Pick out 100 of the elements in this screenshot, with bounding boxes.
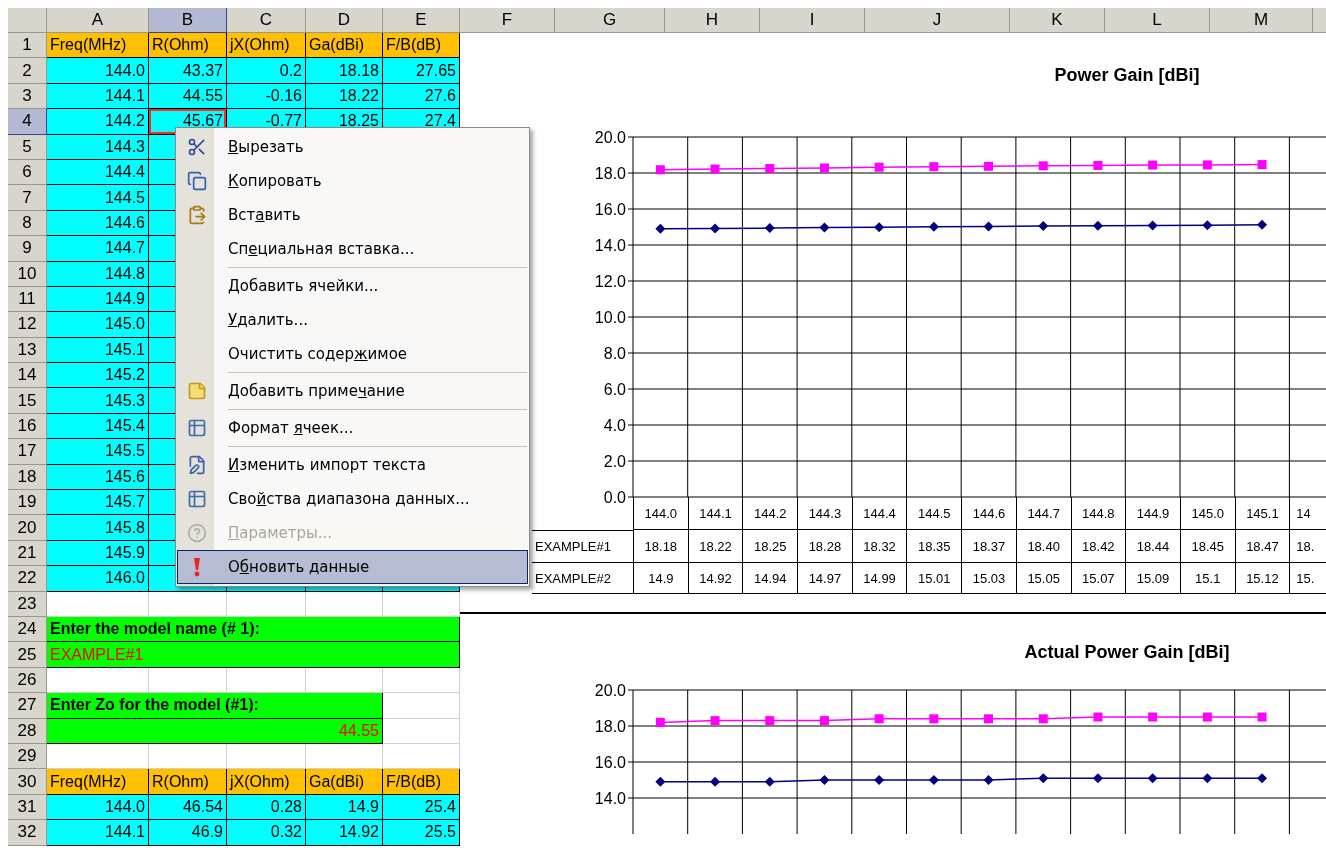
data-marker (710, 716, 720, 726)
row-number[interactable]: 22 (8, 566, 47, 592)
table-cell: 145.8 (47, 515, 149, 541)
menu-item[interactable]: Специальная вставка... (177, 232, 528, 266)
table-cell: 43.37 (149, 58, 227, 84)
table-cell: 144.2 (47, 109, 149, 135)
chart-title: Actual Power Gain [dBi] (1024, 642, 1230, 662)
menu-item[interactable]: Изменить импорт текста (177, 448, 528, 482)
table-cell: 144.6 (47, 210, 149, 237)
data-marker (819, 775, 830, 785)
column-header[interactable]: E (383, 8, 460, 33)
data-marker (984, 714, 994, 724)
row-number[interactable]: 10 (8, 261, 47, 287)
row-number[interactable]: 23 (8, 591, 47, 617)
menu-item[interactable]: Обновить данные (177, 550, 528, 584)
row-number[interactable]: 14 (8, 363, 47, 389)
select-all-corner[interactable] (8, 8, 47, 33)
data-marker (1092, 773, 1103, 784)
category-label: 145.0 (1179, 497, 1235, 530)
table-cell: 27.6 (383, 83, 460, 110)
row-number[interactable]: 20 (8, 515, 47, 541)
table-cell: 144.8 (47, 261, 149, 287)
table-cell: 18.40 (1015, 530, 1071, 563)
menu-item[interactable]: Копировать (177, 164, 528, 198)
column-header[interactable] (1313, 8, 1326, 33)
table-cell: 145.0 (47, 312, 149, 338)
row-number[interactable]: 8 (8, 210, 47, 237)
axis-label: 18.0 (594, 165, 626, 182)
table-cell: 14.9 (306, 794, 383, 821)
column-header[interactable]: J (865, 8, 1010, 33)
column-header[interactable]: L (1105, 8, 1210, 33)
column-header[interactable]: K (1010, 8, 1105, 33)
menu-item[interactable]: Добавить ячейки... (177, 269, 528, 303)
row-number[interactable]: 30 (8, 769, 47, 795)
row-number[interactable]: 31 (8, 794, 47, 821)
row-number[interactable]: 26 (8, 667, 47, 694)
row-number[interactable]: 27 (8, 693, 47, 719)
table-cell: 15.07 (1070, 563, 1126, 594)
column-title: Freq(MHz) (47, 769, 149, 795)
row-number[interactable]: 19 (8, 490, 47, 516)
menu-item[interactable]: Вставить (177, 198, 528, 232)
row-number[interactable]: 5 (8, 134, 47, 160)
column-header[interactable]: A (47, 8, 149, 33)
row-number[interactable]: 21 (8, 540, 47, 567)
data-marker (1148, 712, 1158, 722)
row-number[interactable]: 28 (8, 718, 47, 744)
row-number[interactable]: 32 (8, 820, 47, 846)
menu-item[interactable]: Удалить... (177, 303, 528, 337)
column-header[interactable]: M (1210, 8, 1313, 33)
column-header[interactable]: H (665, 8, 760, 33)
column-header[interactable]: B (149, 8, 227, 33)
table-cell: 145.2 (47, 363, 149, 389)
prompt-label: Enter the model name (# 1): (47, 617, 460, 643)
data-marker (764, 776, 775, 787)
table-cell: 145.4 (47, 413, 149, 440)
axis-label: 10.0 (594, 309, 626, 326)
row-number[interactable]: 1 (8, 33, 47, 59)
column-header[interactable]: C (227, 8, 306, 33)
axis-label: 20.0 (594, 682, 626, 699)
row-number[interactable]: 17 (8, 439, 47, 465)
table-cell: 144.5 (47, 185, 149, 211)
row-number[interactable]: 7 (8, 185, 47, 211)
row-number[interactable]: 12 (8, 312, 47, 338)
table-cell: 25.4 (383, 794, 460, 821)
table-cell: 145.6 (47, 464, 149, 491)
row-number[interactable]: 16 (8, 413, 47, 440)
menu-item[interactable]: Формат ячеек... (177, 411, 528, 445)
menu-item[interactable]: Очистить содержимое (177, 337, 528, 371)
data-marker (1038, 773, 1049, 784)
row-number[interactable]: 24 (8, 617, 47, 643)
row-number[interactable]: 18 (8, 464, 47, 491)
table-cell: 146.0 (47, 566, 149, 592)
row-number[interactable]: 9 (8, 236, 47, 262)
row-label: EXAMPLE#2 (532, 563, 633, 594)
data-marker (819, 222, 830, 233)
menu-item[interactable]: Свойства диапазона данных... (177, 482, 528, 516)
table-cell: 0.2 (227, 58, 306, 84)
column-header[interactable]: G (555, 8, 665, 33)
table-cell: 46.9 (149, 820, 227, 846)
column-header[interactable]: D (306, 8, 383, 33)
row-number[interactable]: 2 (8, 58, 47, 84)
table-cell: 18. (1289, 530, 1326, 563)
row-number[interactable]: 13 (8, 337, 47, 364)
chart-title: Power Gain [dBi] (1054, 65, 1200, 85)
row-number[interactable]: 15 (8, 388, 47, 414)
menu-item[interactable]: Добавить примечание (177, 374, 528, 408)
row-number[interactable]: 6 (8, 159, 47, 186)
column-header[interactable]: I (760, 8, 865, 33)
column-title: jX(Ohm) (227, 769, 306, 795)
row-number[interactable]: 4 (8, 109, 47, 135)
column-header[interactable]: F (460, 8, 555, 33)
table-cell: 18.18 (633, 530, 688, 563)
table-cell: 15.1 (1179, 563, 1235, 594)
table-cell: 15.12 (1234, 563, 1290, 594)
table-cell: 18.32 (851, 530, 907, 563)
row-number[interactable]: 11 (8, 286, 47, 313)
row-number[interactable]: 3 (8, 83, 47, 110)
row-number[interactable]: 29 (8, 743, 47, 770)
row-number[interactable]: 25 (8, 642, 47, 668)
data-marker (1038, 221, 1049, 232)
